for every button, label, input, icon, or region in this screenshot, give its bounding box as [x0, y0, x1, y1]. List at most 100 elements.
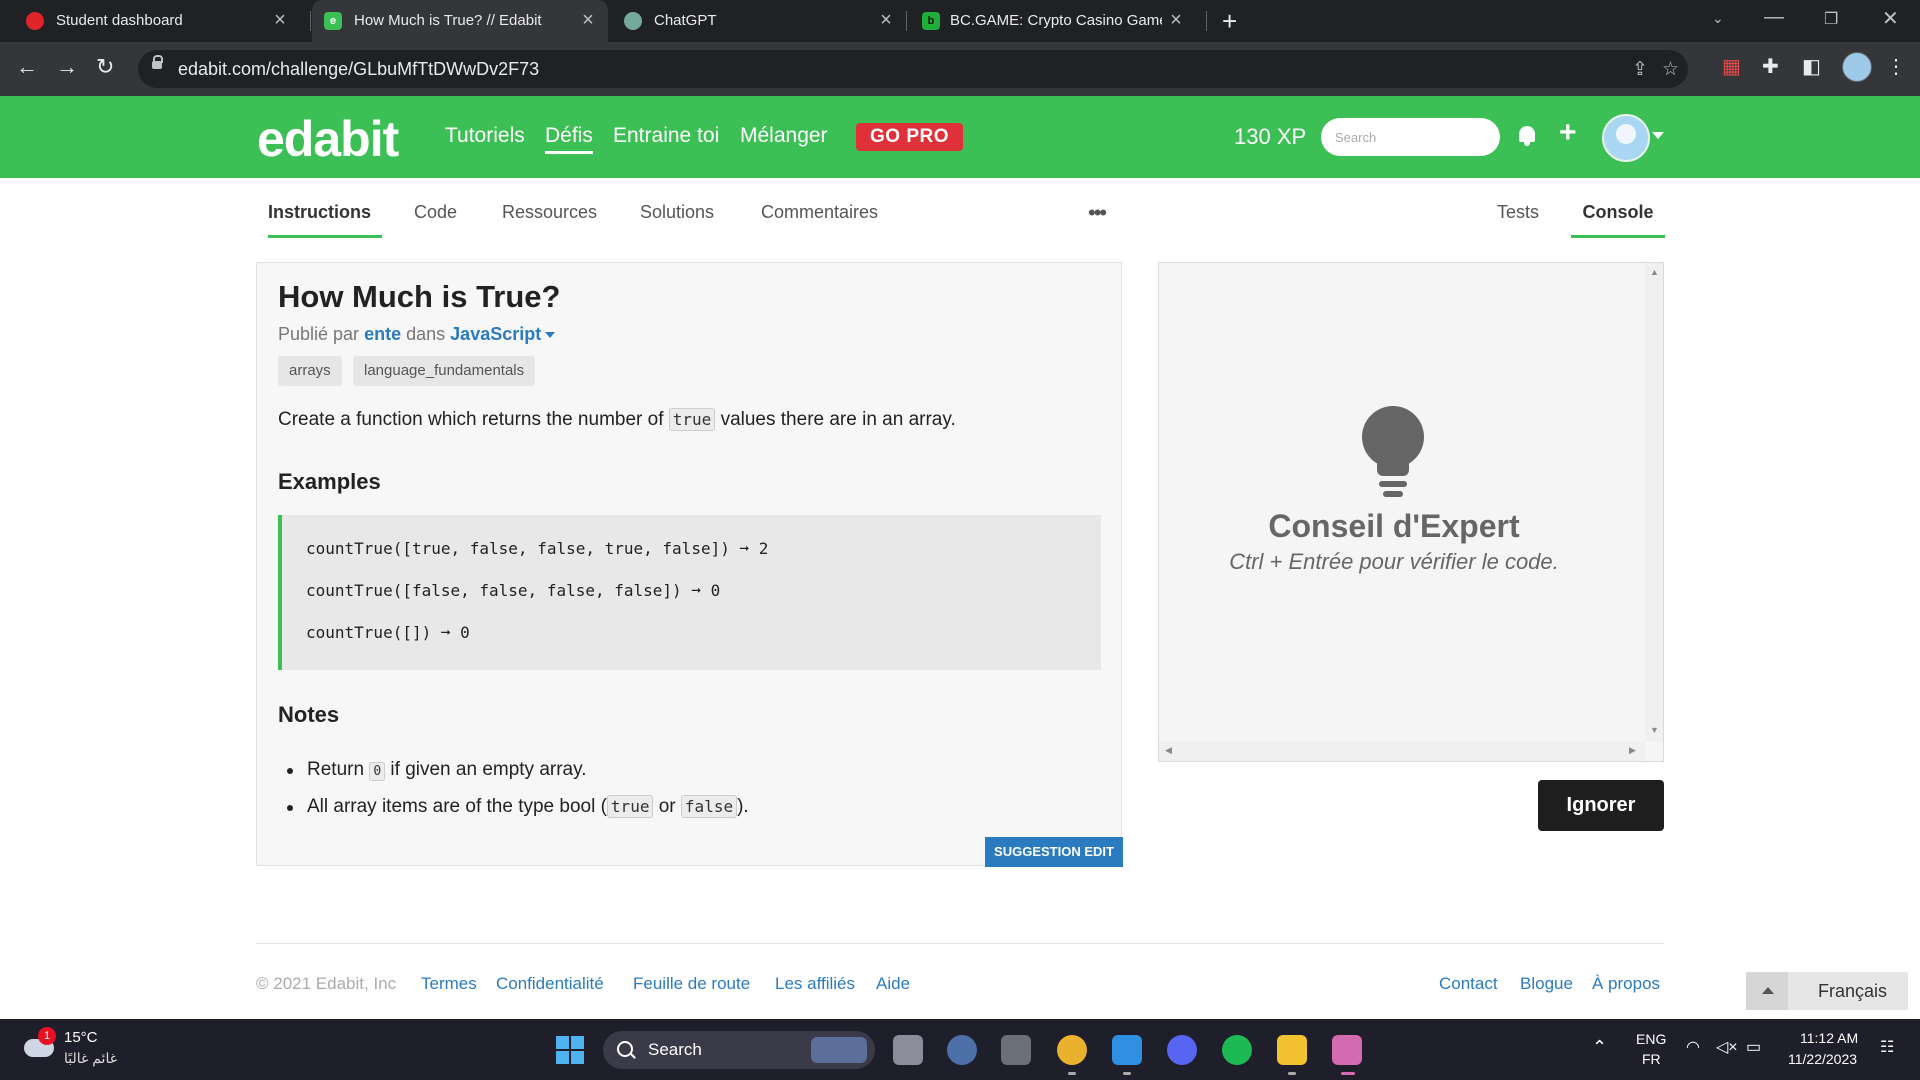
- chevron-down-icon[interactable]: [1652, 132, 1664, 139]
- tab-instructions[interactable]: Instructions: [268, 202, 382, 238]
- address-bar[interactable]: edabit.com/challenge/GLbuMfTtDWwDv2F73 ⇪…: [138, 50, 1688, 88]
- nav-entraine-toi[interactable]: Entraine toi: [613, 124, 719, 148]
- challenge-byline: Publié par ente dans JavaScript: [278, 324, 556, 345]
- tab-code[interactable]: Code: [414, 202, 457, 235]
- footer-link-blogue[interactable]: Blogue: [1520, 974, 1573, 994]
- task-view-icon[interactable]: [893, 1035, 923, 1065]
- footer-link-aide[interactable]: Aide: [876, 974, 910, 994]
- forward-icon[interactable]: →: [56, 54, 78, 80]
- scroll-left-icon[interactable]: ◀: [1165, 745, 1172, 756]
- notification-badge: 1: [38, 1027, 56, 1045]
- note-text: All array items are of the type bool (: [307, 796, 607, 817]
- file-explorer-icon[interactable]: [1277, 1035, 1307, 1065]
- discord-icon[interactable]: [1167, 1035, 1197, 1065]
- tag-arrays[interactable]: arrays: [278, 356, 342, 386]
- suggestion-edit-button[interactable]: SUGGESTION EDIT: [985, 837, 1123, 867]
- browser-tab-bcgame[interactable]: b BC.GAME: Crypto Casino Games ×: [908, 0, 1198, 42]
- clock-time[interactable]: 11:12 AM: [1800, 1030, 1858, 1046]
- vscode-icon[interactable]: [1112, 1035, 1142, 1065]
- bell-icon[interactable]: [1519, 126, 1535, 146]
- spotify-icon[interactable]: [1222, 1035, 1252, 1065]
- footer-link-contact[interactable]: Contact: [1439, 974, 1498, 994]
- note-item: Return 0 if given an empty array.: [287, 759, 587, 781]
- language-label: Français: [1818, 981, 1888, 1001]
- tab-tests[interactable]: Tests: [1497, 202, 1539, 235]
- unity-icon[interactable]: [1001, 1035, 1031, 1065]
- close-icon[interactable]: ×: [270, 9, 290, 32]
- wifi-icon[interactable]: ◠: [1686, 1037, 1700, 1057]
- minimize-icon[interactable]: —: [1764, 6, 1784, 29]
- browser-tab-chatgpt[interactable]: ChatGPT ×: [612, 0, 902, 42]
- scroll-up-icon[interactable]: ▲: [1650, 267, 1659, 277]
- tab-ressources[interactable]: Ressources: [502, 202, 597, 235]
- inline-code: true: [668, 408, 716, 431]
- settings-icon[interactable]: [947, 1035, 977, 1065]
- tab-search-icon[interactable]: ⌄: [1712, 10, 1724, 27]
- browser-tab-strip: Student dashboard × e How Much is True? …: [0, 0, 1920, 42]
- nav-defis[interactable]: Défis: [545, 124, 593, 154]
- tab-title: How Much is True? // Edabit: [354, 12, 542, 29]
- close-window-icon[interactable]: ✕: [1882, 6, 1899, 31]
- temperature[interactable]: 15°C: [64, 1029, 98, 1046]
- windows-taskbar: 1 15°C غائم غالبًا Search ⌃ ENG FR ◠ ◁× …: [0, 1019, 1920, 1080]
- extension-icon[interactable]: ▦: [1722, 54, 1741, 79]
- nav-tutoriels[interactable]: Tutoriels: [445, 124, 525, 148]
- copyright: © 2021 Edabit, Inc: [256, 974, 397, 993]
- back-icon[interactable]: ←: [16, 54, 38, 80]
- tab-console[interactable]: Console: [1571, 202, 1665, 238]
- input-language-bottom[interactable]: FR: [1642, 1051, 1661, 1067]
- profile-avatar[interactable]: [1842, 52, 1872, 82]
- windows-start-icon[interactable]: [556, 1036, 584, 1064]
- vertical-scrollbar[interactable]: ▲ ▼: [1645, 263, 1663, 741]
- search-input[interactable]: [1321, 118, 1500, 156]
- new-tab-icon[interactable]: +: [1222, 6, 1237, 37]
- avatar[interactable]: [1602, 114, 1650, 162]
- tab-commentaires[interactable]: Commentaires: [761, 202, 878, 235]
- restore-icon[interactable]: ❐: [1824, 9, 1838, 29]
- menu-icon[interactable]: ⋮: [1886, 54, 1906, 79]
- input-language-top[interactable]: ENG: [1636, 1031, 1666, 1047]
- battery-icon[interactable]: ▭: [1746, 1037, 1761, 1057]
- browser-tab-student-dashboard[interactable]: Student dashboard ×: [22, 0, 298, 42]
- plus-icon[interactable]: +: [1559, 116, 1577, 150]
- running-indicator: [1341, 1072, 1355, 1075]
- taskbar-search[interactable]: Search: [603, 1031, 875, 1069]
- tag-language-fundamentals[interactable]: language_fundamentals: [353, 356, 536, 386]
- chrome-icon[interactable]: [1057, 1035, 1087, 1065]
- close-icon[interactable]: ×: [876, 9, 896, 32]
- nav-melanger[interactable]: Mélanger: [740, 124, 828, 148]
- scroll-right-icon[interactable]: ▶: [1629, 745, 1636, 756]
- ignore-button[interactable]: Ignorer: [1538, 780, 1664, 831]
- language-link[interactable]: JavaScript: [450, 324, 541, 344]
- author-link[interactable]: ente: [364, 324, 401, 344]
- tab-title: ChatGPT: [654, 12, 717, 29]
- horizontal-scrollbar[interactable]: ◀ ▶: [1159, 741, 1645, 761]
- inline-code: 0: [369, 762, 386, 781]
- close-icon[interactable]: ×: [578, 9, 598, 32]
- go-pro-button[interactable]: GO PRO: [856, 123, 964, 151]
- footer-link-confidentialite[interactable]: Confidentialité: [496, 974, 604, 994]
- tab-solutions[interactable]: Solutions: [640, 202, 714, 235]
- footer-link-termes[interactable]: Termes: [421, 974, 477, 994]
- bookmark-star-icon[interactable]: ☆: [1662, 58, 1679, 81]
- notifications-icon[interactable]: ☷: [1880, 1037, 1894, 1057]
- footer-link-a-propos[interactable]: À propos: [1592, 974, 1660, 994]
- volume-muted-icon[interactable]: ◁×: [1716, 1037, 1738, 1057]
- clock-date[interactable]: 11/22/2023: [1788, 1051, 1857, 1067]
- close-icon[interactable]: ×: [1166, 9, 1186, 32]
- side-panel-icon[interactable]: ◧: [1802, 54, 1821, 79]
- language-selector[interactable]: Français: [1746, 972, 1908, 1010]
- footer-link-feuille-de-route[interactable]: Feuille de route: [633, 974, 750, 994]
- puzzle-icon[interactable]: ✚: [1762, 54, 1779, 79]
- share-icon[interactable]: ⇪: [1632, 58, 1648, 81]
- snipping-tool-icon[interactable]: [1332, 1035, 1362, 1065]
- browser-tab-edabit[interactable]: e How Much is True? // Edabit ×: [312, 0, 608, 42]
- chevron-down-icon[interactable]: [545, 332, 556, 339]
- chevron-up-icon[interactable]: ⌃: [1592, 1037, 1607, 1058]
- scroll-down-icon[interactable]: ▼: [1650, 725, 1659, 735]
- reload-icon[interactable]: ↻: [96, 54, 114, 80]
- chevron-up-icon[interactable]: [1746, 972, 1788, 1010]
- more-options-icon[interactable]: •••: [1088, 200, 1107, 226]
- edabit-logo[interactable]: edabit: [257, 110, 399, 168]
- footer-link-affilies[interactable]: Les affiliés: [775, 974, 855, 994]
